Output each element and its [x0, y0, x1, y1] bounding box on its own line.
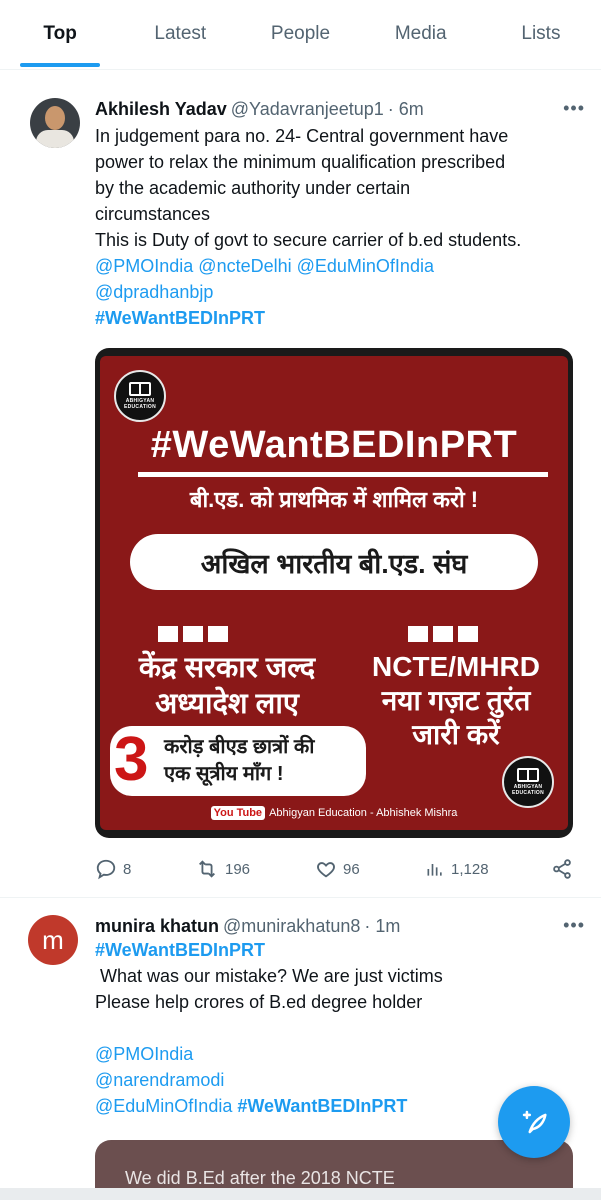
mention-link[interactable]: @PMOIndia: [95, 1041, 585, 1067]
tweet-body: munira khatun @munirakhatun8 · 1m ••• #W…: [95, 915, 585, 1119]
views-count: 1,128: [451, 860, 489, 878]
poster-card-number: 3: [114, 725, 149, 794]
share-button[interactable]: [551, 858, 573, 880]
tweet-text-line: Please help crores of B.ed degree holder: [95, 992, 423, 1012]
compose-tweet-button[interactable]: [498, 1086, 570, 1158]
like-button[interactable]: 96: [315, 858, 360, 880]
poster: ABHIGYAN EDUCATION #WeWantBEDInPRT बी.एड…: [100, 356, 568, 830]
tab-people[interactable]: People: [240, 0, 360, 69]
tweet-time[interactable]: · 1m: [364, 915, 400, 937]
logo-text: ABHIGYAN EDUCATION: [123, 398, 157, 410]
tweet-text-line: circumstances: [95, 204, 211, 224]
poster-boxes-left: [158, 626, 228, 642]
poster-footer-text: Abhigyan Education - Abhishek Mishra: [269, 807, 458, 819]
avatar-body: [36, 130, 74, 148]
search-tabs: Top Latest People Media Lists: [0, 0, 601, 70]
hashtag-link[interactable]: #WeWantBEDInPRT: [95, 305, 585, 331]
retweet-button[interactable]: 196: [195, 858, 250, 880]
tweet-text-line: by the academic authority under certain: [95, 178, 411, 198]
preview-text: We did B.Ed after the 2018 NCTE: [125, 1168, 395, 1188]
reply-icon: [96, 859, 116, 880]
poster-boxes-right: [408, 626, 478, 642]
logo-text: ABHIGYAN EDUCATION: [511, 784, 545, 796]
abhigyan-logo: ABHIGYAN EDUCATION: [114, 370, 166, 422]
tweet-divider: [0, 897, 601, 898]
youtube-icon: You Tube: [210, 806, 266, 820]
tweet-image[interactable]: ABHIGYAN EDUCATION #WeWantBEDInPRT बी.एड…: [95, 348, 573, 838]
poster-footer: You Tube Abhigyan Education - Abhishek Mi…: [100, 806, 568, 820]
retweet-count: 196: [225, 860, 251, 878]
book-icon: [517, 768, 539, 782]
tweet-text-line: This is Duty of govt to secure carrier o…: [95, 230, 522, 250]
poster-right-text: NCTE/MHRD नया गज़ट तुरंत जारी करें: [348, 650, 564, 752]
analytics-icon: [427, 864, 442, 876]
mention-link[interactable]: @dpradhanbjp: [95, 279, 585, 305]
poster-right-line: जारी करें: [412, 719, 500, 750]
views-button[interactable]: 1,128: [425, 858, 489, 880]
book-icon: [129, 382, 151, 396]
poster-left-line: केंद्र सरकार जल्द: [138, 652, 316, 684]
author-name[interactable]: munira khatun: [95, 915, 219, 937]
like-count: 96: [343, 860, 360, 878]
tweet-time[interactable]: · 6m: [388, 98, 424, 120]
tab-lists[interactable]: Lists: [481, 0, 601, 69]
poster-right-line: NCTE/MHRD: [372, 651, 540, 682]
tweet-text-line: power to relax the minimum qualification…: [95, 152, 506, 172]
tab-top[interactable]: Top: [0, 0, 120, 69]
tweet-header: munira khatun @munirakhatun8 · 1m: [95, 915, 585, 937]
reply-count: 8: [123, 860, 132, 878]
hashtag-link[interactable]: #WeWantBEDInPRT: [237, 1096, 407, 1116]
mentions-link[interactable]: @PMOIndia @ncteDelhi @EduMinOfIndia: [95, 253, 585, 279]
abhigyan-logo: ABHIGYAN EDUCATION: [502, 756, 554, 808]
tweet-actions: 8 196 96 1,128: [95, 856, 575, 882]
poster-card-line: करोड़ बीएड छात्रों की: [164, 736, 315, 758]
poster-right-line: नया गज़ट तुरंत: [381, 685, 531, 716]
author-handle[interactable]: @Yadavranjeetup1: [231, 98, 384, 120]
poster-title: #WeWantBEDInPRT: [150, 424, 518, 466]
heart-icon: [317, 862, 335, 878]
poster-card: 3 करोड़ बीएड छात्रों की एक सूत्रीय माँग …: [110, 725, 366, 796]
avatar[interactable]: [30, 98, 80, 148]
more-options-icon[interactable]: •••: [563, 98, 585, 119]
author-name[interactable]: Akhilesh Yadav: [95, 98, 227, 120]
more-options-icon[interactable]: •••: [563, 915, 585, 936]
poster-subtitle: बी.एड. को प्राथमिक में शामिल करो !: [189, 487, 479, 512]
poster-divider: [138, 472, 548, 477]
poster-left-line: अध्यादेश लाए: [155, 688, 299, 720]
mention-link[interactable]: @narendramodi: [95, 1067, 585, 1093]
share-icon: [553, 859, 571, 879]
author-handle[interactable]: @munirakhatun8: [223, 915, 360, 937]
poster-left-text: केंद्र सरकार जल्द अध्यादेश लाए: [112, 650, 342, 722]
tweet-text: In judgement para no. 24- Central govern…: [95, 123, 585, 331]
reply-button[interactable]: 8: [95, 858, 131, 880]
tweet-header: Akhilesh Yadav @Yadavranjeetup1 · 6m: [95, 98, 585, 120]
poster-card-line: एक सूत्रीय माँग !: [164, 763, 284, 785]
tweet-text-line: In judgement para no. 24- Central govern…: [95, 126, 509, 146]
tab-latest[interactable]: Latest: [120, 0, 240, 69]
bottom-bar: [0, 1188, 601, 1200]
compose-icon: [522, 1110, 547, 1134]
avatar-face: [45, 106, 65, 130]
retweet-icon: [199, 860, 215, 878]
avatar[interactable]: m: [28, 915, 78, 965]
tweet-text-line: What was our mistake? We are just victim…: [95, 966, 443, 986]
tweet-body: Akhilesh Yadav @Yadavranjeetup1 · 6m •••…: [95, 98, 585, 331]
poster-pill: अखिल भारतीय बी.एड. संघ: [130, 534, 538, 590]
tab-media[interactable]: Media: [361, 0, 481, 69]
hashtag-link[interactable]: #WeWantBEDInPRT: [95, 937, 585, 963]
mention-link[interactable]: @EduMinOfIndia: [95, 1096, 232, 1116]
tweet-text: #WeWantBEDInPRT What was our mistake? We…: [95, 937, 585, 1119]
